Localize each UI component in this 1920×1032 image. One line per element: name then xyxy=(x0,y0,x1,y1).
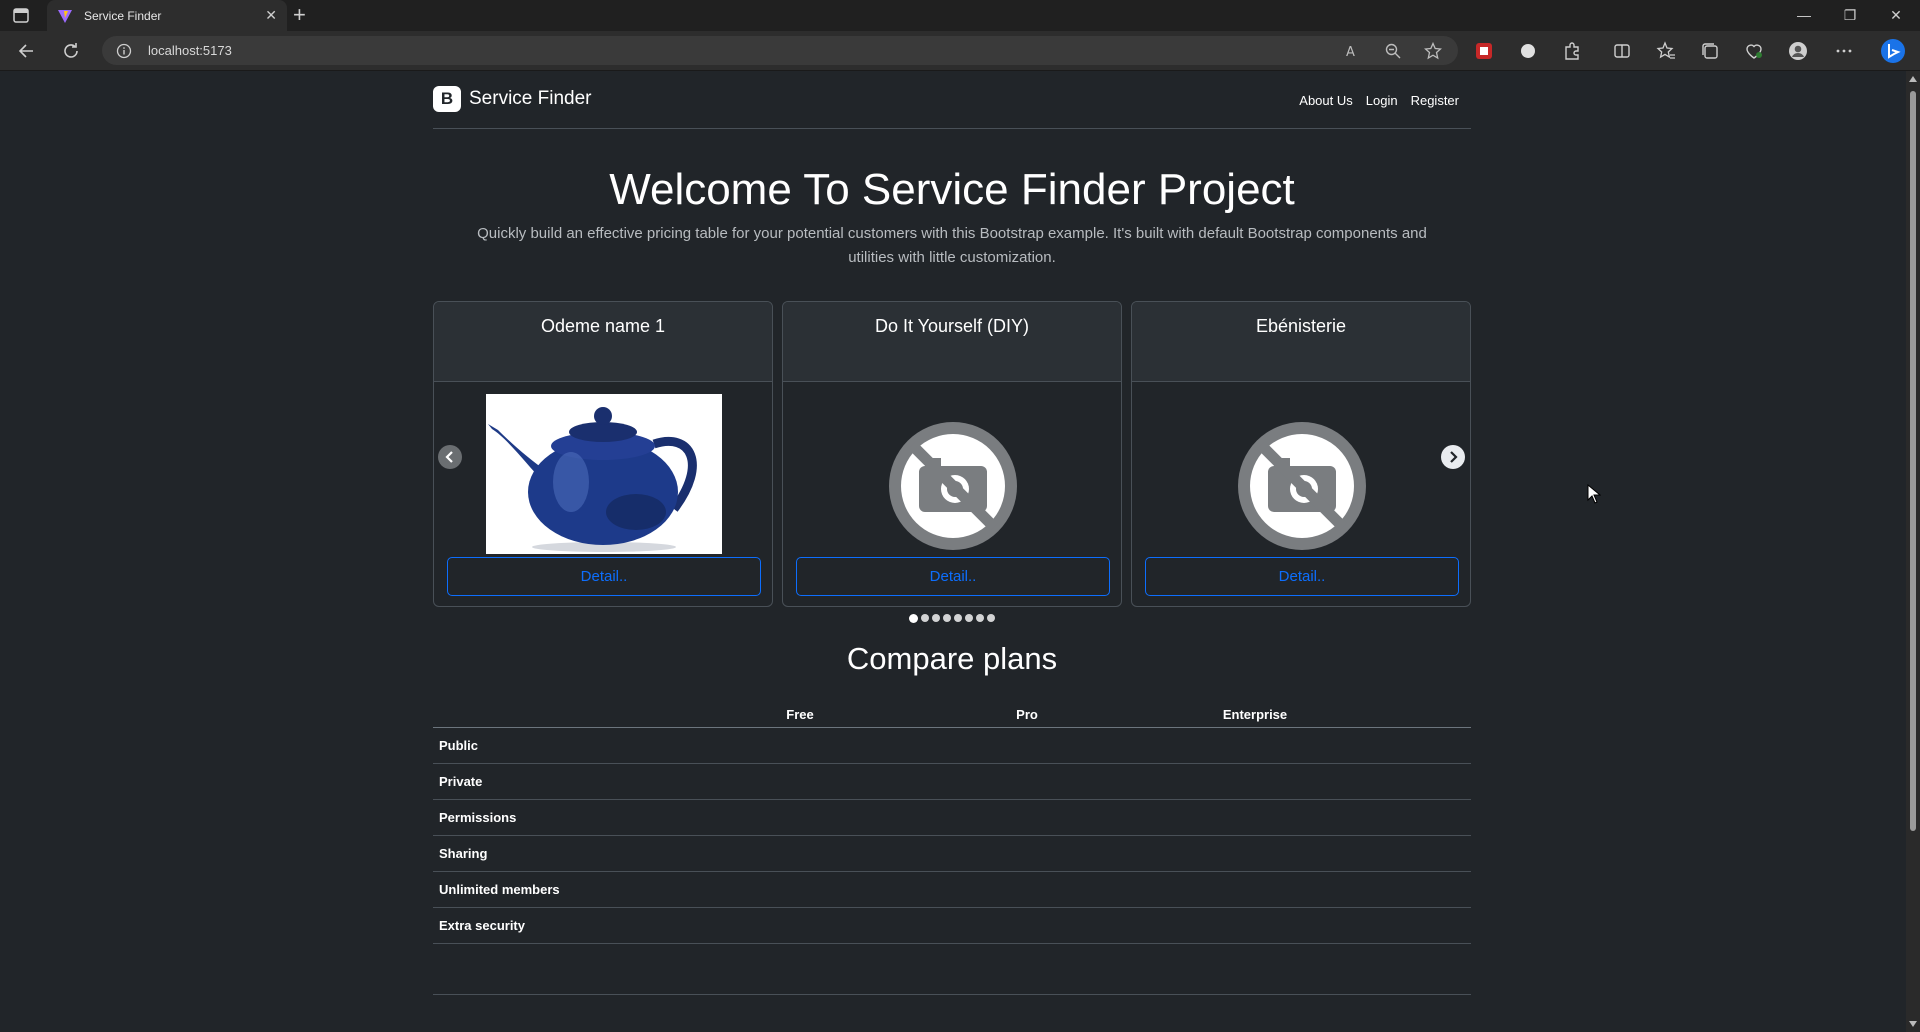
compare-plans-table: Free Pro Enterprise Public Private Permi… xyxy=(433,700,1471,944)
mouse-cursor-icon xyxy=(1587,484,1601,504)
service-card: Ebénisterie Detail.. xyxy=(1131,301,1471,607)
detail-button[interactable]: Detail.. xyxy=(447,557,761,596)
tab-title: Service Finder xyxy=(84,9,162,23)
service-card: Odeme name 1 Detail.. xyxy=(433,301,773,607)
service-card: Do It Yourself (DIY) Detail.. xyxy=(782,301,1122,607)
row-label: Private xyxy=(439,774,483,789)
main-container: B Service Finder About Us Login Register… xyxy=(433,71,1471,1032)
table-row: Permissions xyxy=(433,800,1471,836)
nav-login[interactable]: Login xyxy=(1366,93,1398,108)
table-row: Sharing xyxy=(433,836,1471,872)
page-viewport: B Service Finder About Us Login Register… xyxy=(0,71,1906,1032)
brand-name[interactable]: Service Finder xyxy=(469,88,592,110)
column-free: Free xyxy=(786,707,814,722)
carousel-indicator[interactable] xyxy=(909,614,918,623)
brand[interactable]: B Service Finder xyxy=(433,85,592,113)
scroll-down-icon[interactable] xyxy=(1909,1021,1917,1027)
vite-favicon-icon xyxy=(58,10,72,23)
table-row: Unlimited members xyxy=(433,872,1471,908)
restore-button[interactable]: ❐ xyxy=(1840,6,1860,24)
browser-tabbar: Service Finder ✕ + — ❐ ✕ xyxy=(0,0,1920,31)
detail-button[interactable]: Detail.. xyxy=(1145,557,1459,596)
no-photo-icon xyxy=(1238,422,1366,550)
column-enterprise: Enterprise xyxy=(1222,707,1288,722)
carousel-indicator[interactable] xyxy=(954,614,962,622)
browser-tab[interactable]: Service Finder ✕ xyxy=(47,0,287,31)
carousel-prev-icon[interactable] xyxy=(437,444,463,470)
hero-lead: Quickly build an effective pricing table… xyxy=(443,222,1461,270)
hero-lead-line-1: Quickly build an effective pricing table… xyxy=(477,225,1427,242)
top-nav: About Us Login Register xyxy=(1299,93,1459,108)
row-label: Extra security xyxy=(439,918,525,933)
column-pro: Pro xyxy=(1016,707,1038,722)
profile-avatar-icon[interactable] xyxy=(1788,41,1808,61)
bing-copilot-icon[interactable] xyxy=(1880,38,1906,64)
extensions-puzzle-icon[interactable] xyxy=(1562,41,1582,61)
favorite-star-icon[interactable] xyxy=(1424,42,1442,60)
tab-actions-icon[interactable] xyxy=(13,8,29,23)
teapot-image xyxy=(486,394,722,554)
collections-icon[interactable] xyxy=(1700,41,1720,61)
new-tab-button[interactable]: + xyxy=(293,3,306,27)
card-title: Odeme name 1 xyxy=(540,316,666,336)
nav-register[interactable]: Register xyxy=(1411,93,1459,108)
card-title: Ebénisterie xyxy=(1255,316,1347,336)
carousel-indicator[interactable] xyxy=(965,614,973,622)
site-info-icon[interactable] xyxy=(116,43,132,59)
carousel-indicator[interactable] xyxy=(976,614,984,622)
browser-essentials-icon[interactable] xyxy=(1744,41,1764,61)
card-header: Do It Yourself (DIY) xyxy=(783,302,1121,382)
scroll-up-icon[interactable] xyxy=(1909,76,1917,82)
carousel-indicator[interactable] xyxy=(943,614,951,622)
site-header: B Service Finder About Us Login Register xyxy=(433,71,1471,129)
compare-plans-title: Compare plans xyxy=(846,641,1058,676)
favorites-icon[interactable] xyxy=(1656,41,1676,61)
table-header: Free Pro Enterprise xyxy=(433,700,1471,728)
carousel-next-icon[interactable] xyxy=(1440,444,1466,470)
card-header: Ebénisterie xyxy=(1132,302,1470,382)
row-label: Public xyxy=(439,738,479,753)
row-label: Permissions xyxy=(439,810,517,825)
row-label: Unlimited members xyxy=(439,882,560,897)
back-icon[interactable] xyxy=(16,40,38,62)
carousel-indicator[interactable] xyxy=(921,614,929,622)
minimize-button[interactable]: — xyxy=(1794,6,1814,24)
scroll-thumb[interactable] xyxy=(1910,91,1916,831)
window-close-button[interactable]: ✕ xyxy=(1886,6,1906,24)
split-screen-icon[interactable] xyxy=(1612,41,1632,61)
card-title: Do It Yourself (DIY) xyxy=(874,316,1030,336)
row-label: Sharing xyxy=(439,846,488,861)
browser-toolbar: localhost:5173 A xyxy=(0,31,1920,71)
reload-icon[interactable] xyxy=(60,40,82,62)
carousel-indicator[interactable] xyxy=(932,614,940,622)
more-options-icon[interactable] xyxy=(1834,41,1854,61)
service-carousel: Odeme name 1 Detail.. Do It Yourself (DI… xyxy=(433,301,1471,607)
card-header: Odeme name 1 xyxy=(434,302,772,382)
extension-circle-icon[interactable] xyxy=(1518,41,1538,61)
hero-lead-line-2: utilities with little customization. xyxy=(848,249,1056,266)
footer-divider xyxy=(433,994,1471,995)
address-bar[interactable]: localhost:5173 A xyxy=(102,36,1458,65)
bootstrap-logo-icon: B xyxy=(433,86,461,112)
table-row: Public xyxy=(433,728,1471,764)
tab-close-icon[interactable]: ✕ xyxy=(265,6,277,24)
extension-red-icon[interactable] xyxy=(1474,41,1494,61)
table-row: Private xyxy=(433,764,1471,800)
detail-button[interactable]: Detail.. xyxy=(796,557,1110,596)
read-aloud-icon[interactable]: A xyxy=(1344,42,1362,60)
svg-text:A: A xyxy=(1346,45,1355,60)
carousel-indicator[interactable] xyxy=(987,614,995,622)
carousel-indicators xyxy=(909,614,995,623)
nav-about-us[interactable]: About Us xyxy=(1299,93,1352,108)
no-photo-icon xyxy=(889,422,1017,550)
zoom-out-icon[interactable] xyxy=(1384,42,1402,60)
page-scrollbar[interactable] xyxy=(1906,71,1920,1032)
address-url[interactable]: localhost:5173 xyxy=(148,43,232,58)
page-title: Welcome To Service Finder Project xyxy=(609,165,1295,214)
table-row: Extra security xyxy=(433,908,1471,944)
